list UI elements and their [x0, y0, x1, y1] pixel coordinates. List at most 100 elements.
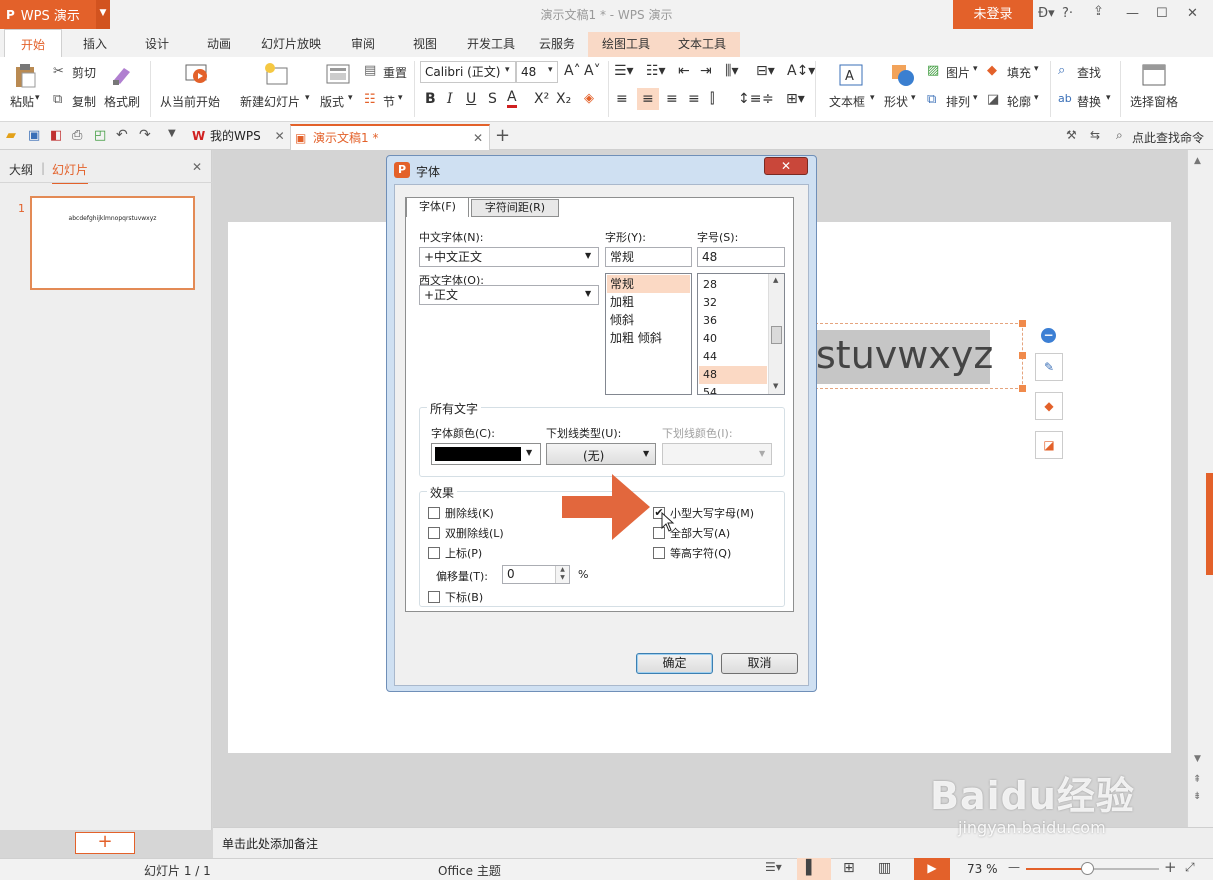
tab-cloud[interactable]: 云服务: [528, 29, 586, 57]
prev-slide-icon[interactable]: ⇞: [1193, 774, 1201, 785]
arrange-button[interactable]: 排列: [946, 93, 970, 110]
indent-icon[interactable]: ⇥: [700, 63, 712, 79]
align-text-icon[interactable]: ⊟▾: [756, 63, 775, 79]
slide-sorter-icon[interactable]: ⊞: [843, 860, 855, 876]
save-icon[interactable]: ▣: [28, 128, 40, 143]
selection-pane-icon[interactable]: [1141, 62, 1167, 88]
minimize-icon[interactable]: —: [1126, 6, 1139, 21]
chevron-down-icon[interactable]: ▾: [398, 93, 403, 103]
shadow-icon[interactable]: S: [488, 91, 497, 107]
close-icon[interactable]: ✕: [192, 160, 202, 174]
app-menu-button[interactable]: P WPS 演示 ▼: [0, 0, 110, 29]
cn-font-select[interactable]: +中文正文: [419, 247, 599, 267]
collapse-icon[interactable]: −: [1041, 328, 1056, 343]
font-name-input[interactable]: Calibri (正文): [420, 61, 516, 83]
chevron-down-icon[interactable]: ▾: [35, 93, 40, 103]
subscript-checkbox[interactable]: [428, 591, 440, 603]
zoom-slider[interactable]: [1026, 862, 1159, 875]
dialog-title-bar[interactable]: P 字体: [387, 156, 816, 184]
format-painter-icon[interactable]: [110, 62, 134, 86]
strikethrough-label[interactable]: 删除线(K): [445, 505, 494, 521]
tab-slides[interactable]: 幻灯片: [52, 161, 89, 184]
distribute-icon[interactable]: ⫿: [710, 91, 714, 107]
all-caps-label[interactable]: 全部大写(A): [670, 525, 730, 541]
grow-font-icon[interactable]: A˄: [564, 63, 581, 79]
fill-icon[interactable]: ◆: [987, 63, 997, 78]
line-spacing-icon[interactable]: ↕≡: [738, 91, 761, 107]
undo-icon[interactable]: ↶: [116, 127, 128, 143]
copy-button[interactable]: 复制: [72, 93, 96, 110]
resize-handle[interactable]: [1019, 320, 1026, 327]
tab-slideshow[interactable]: 幻灯片放映: [252, 29, 330, 57]
chevron-down-icon[interactable]: ▾: [1034, 93, 1039, 103]
scroll-thumb[interactable]: [771, 326, 782, 344]
style-option[interactable]: 加粗 倾斜: [607, 329, 690, 347]
print-icon[interactable]: ⎙: [72, 128, 82, 143]
tab-drawing-tools[interactable]: 绘图工具: [590, 29, 662, 57]
tab-insert[interactable]: 插入: [66, 29, 124, 57]
align-left-icon[interactable]: ≡: [616, 91, 628, 107]
play-from-current-icon[interactable]: [184, 62, 210, 86]
login-button[interactable]: 未登录: [953, 0, 1033, 29]
tab-outline[interactable]: 大纲: [9, 161, 33, 178]
textbox-icon[interactable]: A: [838, 62, 864, 88]
chevron-down-icon[interactable]: ▾: [973, 64, 978, 74]
chevron-down-icon[interactable]: ▾: [1106, 93, 1111, 103]
chevron-down-icon[interactable]: ▼: [585, 251, 591, 260]
tab-document[interactable]: ▣ 演示文稿1 * ✕: [290, 124, 490, 150]
underline-icon[interactable]: U: [466, 91, 476, 107]
chevron-down-icon[interactable]: ▾: [348, 93, 353, 103]
tab-my-wps[interactable]: W 我的WPS ✕: [188, 124, 286, 150]
double-strikethrough-label[interactable]: 双删除线(L): [445, 525, 504, 541]
chevron-down-icon[interactable]: ▾: [305, 93, 310, 103]
picture-button[interactable]: 图片: [946, 64, 970, 81]
tab-home[interactable]: 开始: [4, 29, 62, 57]
section-button[interactable]: 节: [383, 93, 395, 110]
preview-icon[interactable]: ◰: [94, 128, 106, 143]
scroll-down-icon[interactable]: ▼: [1194, 754, 1201, 764]
outline-icon[interactable]: ◪: [1035, 431, 1063, 459]
underline-type-select[interactable]: (无) ▼: [546, 443, 656, 465]
superscript-icon[interactable]: X²: [534, 91, 549, 107]
find-button[interactable]: 查找: [1077, 64, 1101, 81]
tab-design[interactable]: 设计: [128, 29, 186, 57]
char-spacing-icon[interactable]: A↕▾: [787, 63, 815, 79]
style-option[interactable]: 加粗: [607, 293, 690, 311]
shape-icon[interactable]: [890, 62, 916, 88]
zoom-out-icon[interactable]: —: [1008, 860, 1020, 874]
outline-icon[interactable]: ◪: [987, 92, 999, 107]
style-option[interactable]: 倾斜: [607, 311, 690, 329]
tab-review[interactable]: 审阅: [334, 29, 392, 57]
tab-view[interactable]: 视图: [396, 29, 454, 57]
cut-button[interactable]: 剪切: [72, 64, 96, 81]
close-icon[interactable]: ✕: [275, 129, 285, 143]
equalize-label[interactable]: 等高字符(Q): [670, 545, 731, 561]
italic-icon[interactable]: I: [447, 91, 453, 107]
maximize-icon[interactable]: ☐: [1156, 6, 1168, 21]
align-center-icon[interactable]: ≡: [642, 91, 654, 107]
size-option[interactable]: 28: [699, 276, 767, 294]
play-icon[interactable]: ▶: [914, 858, 950, 880]
double-strikethrough-checkbox[interactable]: [428, 527, 440, 539]
size-option[interactable]: 40: [699, 330, 767, 348]
help-icon[interactable]: ?·: [1062, 6, 1073, 21]
search-icon[interactable]: ⌕: [1116, 128, 1123, 143]
shrink-font-icon[interactable]: A˅: [584, 63, 601, 79]
small-caps-label[interactable]: 小型大写字母(M): [670, 505, 754, 521]
align-right-icon[interactable]: ≡: [666, 91, 678, 107]
clear-format-icon[interactable]: ◈: [584, 91, 594, 106]
dialog-close-button[interactable]: ✕: [764, 157, 808, 175]
superscript-checkbox[interactable]: [428, 547, 440, 559]
reset-button[interactable]: 重置: [383, 64, 407, 81]
slide-thumbnail[interactable]: abcdefghijklmnopqrstuvwxyz: [30, 196, 195, 290]
scroll-thumb[interactable]: [1206, 473, 1213, 575]
chevron-down-icon[interactable]: ▾: [870, 93, 875, 103]
reset-icon[interactable]: ▤: [364, 63, 376, 78]
chevron-down-icon[interactable]: ▾: [911, 93, 916, 103]
fill-button[interactable]: 填充: [1007, 64, 1031, 81]
text-direction-icon[interactable]: ⫼▾: [725, 63, 738, 79]
slide-text[interactable]: stuvwxyz: [816, 333, 993, 377]
normal-view-icon[interactable]: ▌: [806, 860, 817, 876]
bullets-icon[interactable]: ☰▾: [614, 63, 634, 79]
replace-icon[interactable]: ab: [1058, 92, 1072, 105]
